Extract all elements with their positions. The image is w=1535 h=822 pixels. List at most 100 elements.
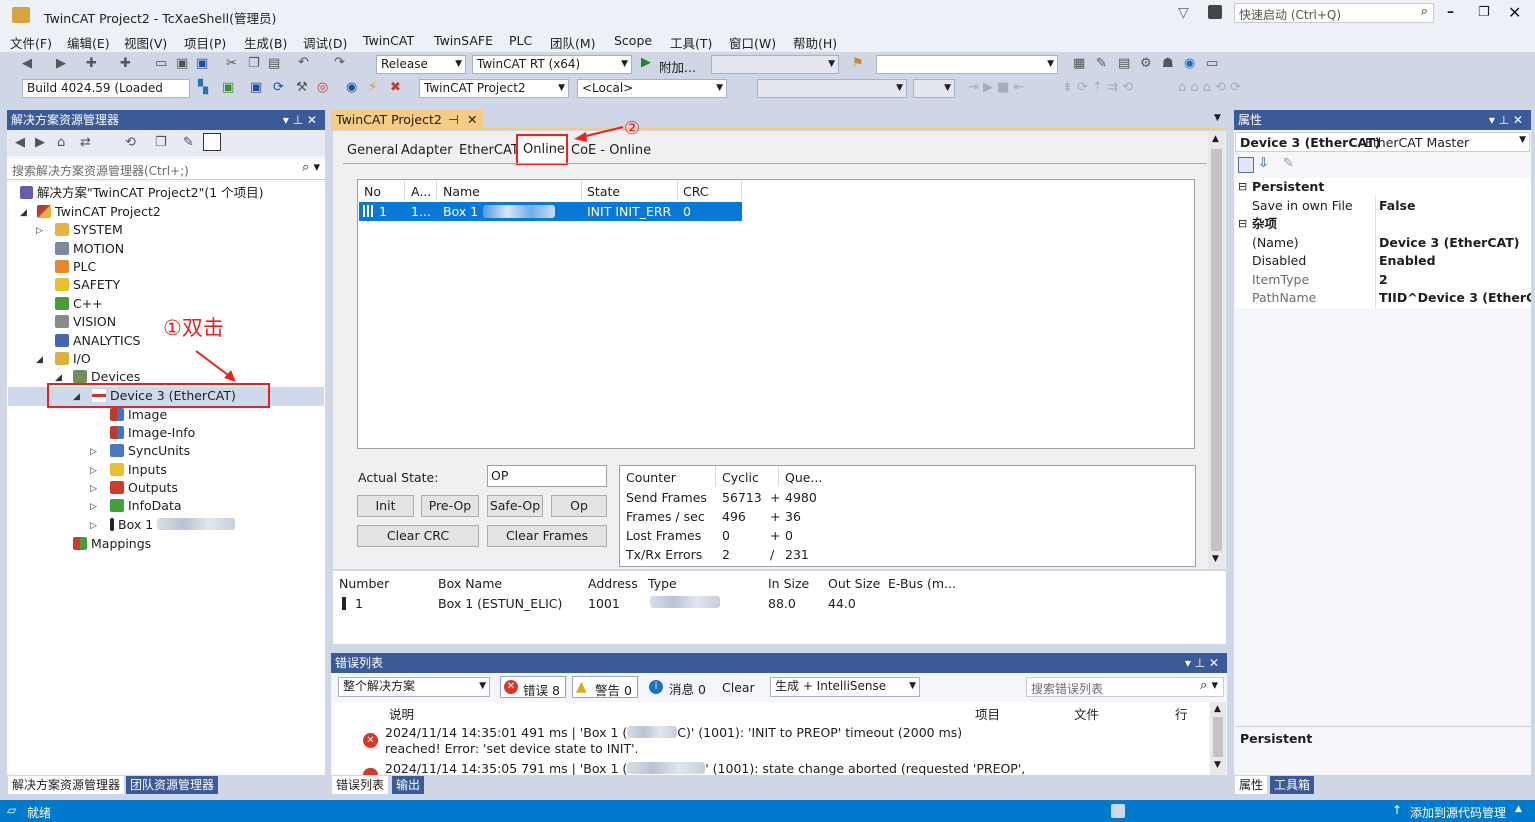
tree-project[interactable]: TwinCAT Project2 [37, 203, 161, 221]
preop-button[interactable]: Pre-Op [421, 495, 479, 517]
undo-icon[interactable]: ↶ [298, 55, 309, 70]
choose-target-icon[interactable]: ▚ [198, 80, 208, 95]
menu-twincat[interactable]: TwinCAT [363, 33, 414, 48]
paste-icon[interactable]: ▤ [268, 56, 280, 71]
tree-node-system[interactable]: SYSTEM [55, 221, 123, 239]
tree-node-io[interactable]: I/O [55, 350, 91, 368]
attach-button[interactable]: 附加... [659, 57, 696, 76]
sync-icon[interactable]: ⇄ [80, 135, 91, 150]
scroll-up-icon[interactable]: ▲ [1212, 134, 1219, 144]
box-cell-out-size[interactable]: 44.0 [828, 596, 856, 611]
tree-node-motion[interactable]: MOTION [55, 240, 124, 258]
configuration-select[interactable]: Release ▼ [376, 55, 466, 74]
col-project[interactable]: 项目 [975, 704, 1000, 723]
pin-icon[interactable]: ▾ ⊥ ✕ [1489, 110, 1523, 130]
save-icon[interactable]: ▣ [176, 56, 188, 71]
box-cell-address[interactable]: 1001 [588, 596, 620, 611]
property-row[interactable]: Disabled Enabled [1236, 252, 1531, 270]
solution-search[interactable]: 搜索解决方案资源管理器(Ctrl+;) ⌕ ▾ [7, 159, 325, 180]
warnings-filter-button[interactable]: ▲ 警告 0 [572, 676, 638, 698]
activate-config-icon[interactable]: ▣ [222, 80, 234, 95]
toolbox-icon[interactable]: ▤ [1118, 56, 1130, 71]
home-icon[interactable]: ⌂ [57, 135, 65, 150]
open-icon[interactable]: ▭ [155, 56, 167, 71]
error-entry-text[interactable]: 2024/11/14 14:35:05 791 ms | 'Box 1 (' (… [385, 761, 1025, 775]
clear-crc-button[interactable]: Clear CRC [357, 525, 479, 547]
property-pages-icon[interactable]: ✎ [1283, 156, 1294, 171]
error-scrollbar[interactable]: ▲ ▼ [1210, 702, 1226, 775]
collapsed-icon[interactable]: ▷ [90, 447, 97, 457]
property-group-persistent[interactable]: ⊟ Persistent [1236, 178, 1531, 196]
add-item-icon[interactable]: ✚ [120, 56, 131, 71]
tree-child-inputs[interactable]: Inputs [110, 461, 167, 479]
menu-edit[interactable]: 编辑(E) [67, 33, 110, 52]
web-icon[interactable]: ◉ [1184, 56, 1195, 71]
properties-icon[interactable]: ✎ [183, 135, 194, 150]
breakpoint-icon[interactable]: ⇟ ⟳ ⇡ ⇉ ⟲ [1062, 80, 1133, 95]
forward-icon[interactable]: ▶ [56, 56, 66, 71]
forward-icon[interactable]: ▶ [35, 135, 45, 150]
box-cell-number[interactable]: 1 [355, 596, 363, 611]
scroll-up-icon[interactable]: ▲ [1214, 704, 1221, 714]
tab-toolbox[interactable]: 工具箱 [1270, 776, 1315, 794]
config-mode-icon[interactable]: ⚒ [296, 80, 308, 95]
menu-tools[interactable]: 工具(T) [670, 33, 712, 52]
tab-solution-explorer[interactable]: 解决方案资源管理器 [8, 776, 125, 794]
expand-icon[interactable]: ◢ [36, 355, 43, 365]
back-icon[interactable]: ◀ [15, 135, 25, 150]
tree-node-mappings[interactable]: Mappings [73, 535, 151, 553]
col-description[interactable]: 说明 [389, 704, 414, 723]
counters-header-counter[interactable]: Counter [626, 470, 676, 485]
redo-icon[interactable]: ↷ [334, 55, 345, 70]
menu-view[interactable]: 视图(V) [124, 33, 167, 52]
back-icon[interactable]: ◀ [22, 56, 32, 71]
document-scrollbar[interactable]: ▲ ▼ [1208, 131, 1225, 569]
filter-icon[interactable]: ▽ [1178, 5, 1189, 21]
plc-icons[interactable]: ⌂ ⌂ ⌂ ⟲ ⟳ [1178, 80, 1241, 95]
restore-button[interactable]: ❐ [1478, 5, 1490, 20]
subtab-adapter[interactable]: Adapter [401, 143, 453, 158]
pin-icon[interactable]: ▾ ⊥ ✕ [1185, 653, 1219, 673]
menu-plc[interactable]: PLC [509, 33, 532, 48]
menu-help[interactable]: 帮助(H) [793, 33, 837, 52]
col-crc[interactable]: CRC [683, 184, 709, 199]
tree-child-infodata[interactable]: InfoData [110, 497, 182, 515]
property-row[interactable]: ItemType 2 [1236, 271, 1531, 289]
run-mode-icon[interactable]: ▣ [250, 80, 262, 95]
col-address[interactable]: Address [588, 576, 638, 591]
property-group-misc[interactable]: ⊟ 杂项 [1236, 215, 1531, 233]
properties-object-select[interactable]: Device 3 (EtherCAT) EtherCAT Master ▼ [1235, 132, 1530, 152]
tree-node-safety[interactable]: SAFETY [55, 276, 120, 294]
error-entry-text-line2[interactable]: reached! Error: 'set device state to INI… [385, 741, 639, 756]
col-in-size[interactable]: In Size [768, 576, 809, 591]
team-icon[interactable]: ⚙ [1140, 56, 1152, 71]
build-filter-select[interactable]: 生成 + IntelliSense ▼ [770, 677, 920, 697]
tree-child-box1[interactable]: Box 1 [110, 516, 236, 534]
col-no[interactable]: No [364, 184, 381, 199]
new-project-icon[interactable]: ✚ [86, 56, 97, 71]
tab-dropdown-icon[interactable]: ▼ [1214, 113, 1221, 123]
collapsed-icon[interactable]: ▷ [90, 484, 97, 494]
toggle-icon[interactable]: ✖ [390, 80, 401, 95]
tree-solution[interactable]: 解决方案"TwinCAT Project2"(1 个项目) [20, 184, 264, 202]
lightning-icon[interactable]: ⚡ [368, 80, 377, 95]
col-name[interactable]: Name [443, 184, 480, 199]
tree-node-cpp[interactable]: C++ [55, 295, 103, 313]
quick-launch-input[interactable]: 快速启动 (Ctrl+Q) ⌕ [1234, 3, 1434, 23]
subtab-ethercat[interactable]: EtherCAT [459, 143, 519, 158]
scroll-thumb[interactable] [1211, 149, 1222, 551]
add-to-source-control[interactable]: 添加到源代码管理 [1410, 804, 1506, 821]
col-ebus[interactable]: E-Bus (m... [888, 576, 956, 591]
scan-icon[interactable]: ◎ [317, 80, 328, 95]
disabled-select-1[interactable]: ▼ [757, 79, 907, 98]
build-select[interactable]: Build 4024.59 (Loaded [22, 79, 190, 98]
pin-icon[interactable]: ▾ ⊥ ✕ [283, 110, 317, 130]
scroll-down-icon[interactable]: ▼ [1214, 760, 1221, 770]
counters-header-queued[interactable]: Que... [785, 470, 822, 485]
col-address[interactable]: A... [411, 184, 431, 199]
counters-header-cyclic[interactable]: Cyclic [722, 470, 759, 485]
window-icon[interactable]: ▭ [1206, 56, 1218, 71]
error-scope-select[interactable]: 整个解决方案 ▼ [338, 677, 490, 697]
clear-errors-button[interactable]: Clear [722, 680, 755, 695]
col-state[interactable]: State [587, 184, 620, 199]
